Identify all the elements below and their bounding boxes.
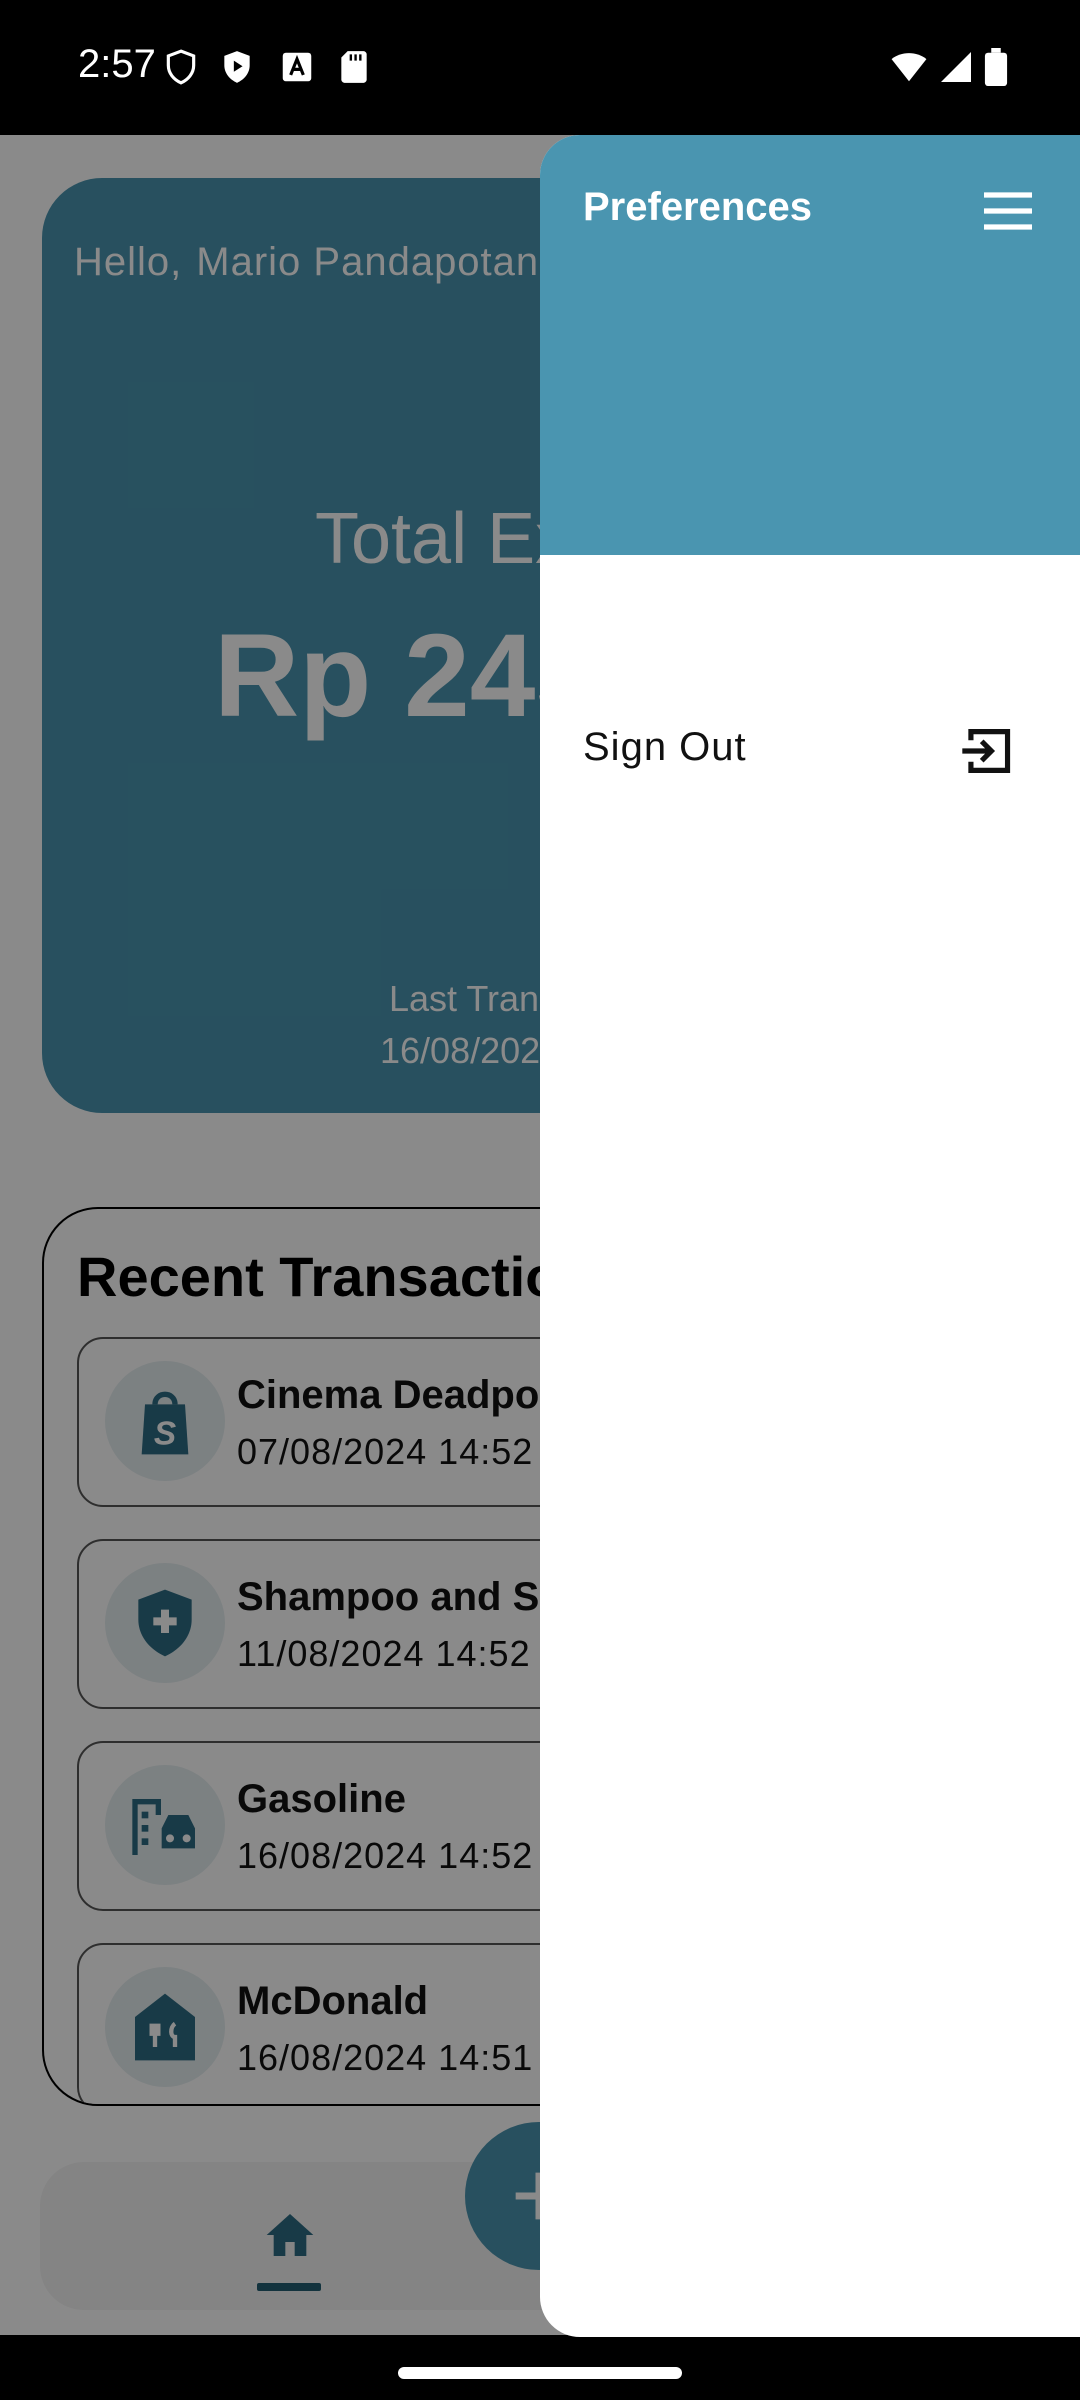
drawer-header: Preferences	[540, 135, 1080, 555]
status-bar: 2:57	[0, 0, 1080, 135]
status-time: 2:57	[78, 42, 156, 86]
shield-status-icon	[166, 49, 196, 85]
sd-card-icon	[341, 51, 367, 83]
sign-out-button[interactable]: Sign Out	[540, 695, 1080, 805]
drawer-title: Preferences	[583, 185, 813, 229]
battery-icon	[984, 48, 1008, 86]
home-gesture-pill[interactable]	[398, 2367, 682, 2379]
signal-icon	[941, 52, 971, 82]
menu-icon[interactable]	[980, 187, 1036, 235]
logout-icon	[962, 729, 1011, 773]
wifi-icon	[891, 53, 927, 82]
play-protect-icon	[224, 51, 250, 83]
sign-out-label: Sign Out	[583, 725, 747, 769]
system-navigation-bar	[0, 2337, 1080, 2400]
preferences-drawer: Preferences Sign Out	[540, 135, 1080, 2337]
font-status-icon	[282, 52, 312, 82]
